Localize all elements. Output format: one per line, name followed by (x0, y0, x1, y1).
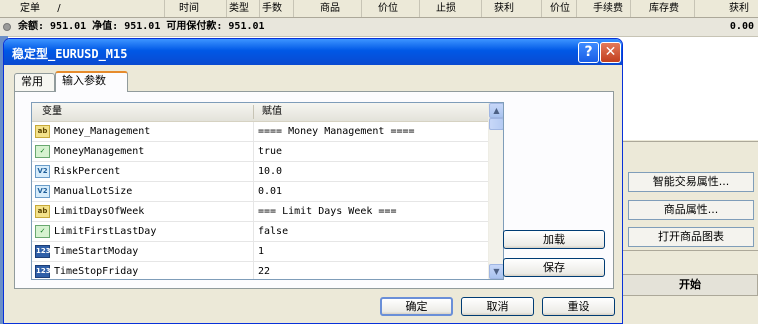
scroll-up-icon[interactable]: ▲ (489, 103, 503, 118)
column-order-label: 定单 (20, 3, 40, 14)
ok-button[interactable]: 确定 (380, 297, 453, 316)
row-variable: Money_Management (54, 126, 151, 137)
double-icon: V2 (35, 185, 50, 198)
cell-divider (253, 262, 254, 279)
row-variable: LimitDaysOfWeek (54, 206, 145, 217)
row-value[interactable]: 1 (258, 242, 264, 261)
save-button[interactable]: 保存 (503, 258, 605, 277)
scroll-down-icon[interactable]: ▼ (489, 264, 503, 279)
cell-divider (253, 182, 254, 202)
column-lots[interactable]: 手数 (260, 0, 294, 17)
inputs-grid: 变量 赋值 ab Money_Management ==== Money Man… (31, 102, 504, 280)
dialog-titlebar[interactable]: 稳定型_EURUSD_M15 ? ✕ (4, 39, 622, 65)
row-variable: MoneyManagement (54, 146, 145, 157)
sort-indicator-icon: / (57, 3, 61, 14)
reset-button[interactable]: 重设 (542, 297, 615, 316)
ab-string-icon: ab (35, 205, 50, 218)
column-stoploss[interactable]: 止损 (420, 0, 482, 17)
double-icon: V2 (35, 165, 50, 178)
row-variable: ManualLotSize (54, 186, 133, 197)
cell-divider (253, 242, 254, 262)
row-variable: TimeStopFriday (54, 266, 139, 277)
column-swap[interactable]: 库存费 (631, 0, 695, 17)
cell-divider (253, 122, 254, 142)
column-profit-label: 获利 (729, 3, 749, 14)
scroll-thumb[interactable] (489, 118, 503, 130)
cancel-button[interactable]: 取消 (461, 297, 534, 316)
column-takeprofit[interactable]: 获利 (482, 0, 542, 17)
value-column-header[interactable]: 赋值 (262, 103, 282, 121)
column-order[interactable]: 定单 / (0, 0, 165, 17)
row-value[interactable]: false (258, 222, 288, 241)
column-type-label: 类型 (229, 3, 249, 14)
right-strip-mid (622, 250, 758, 270)
column-commission-label: 手续费 (593, 3, 623, 14)
balance-text: 余额: 951.01 净值: 951.01 可用保付款: 951.01 (18, 21, 265, 32)
column-swap-label: 库存费 (649, 3, 679, 14)
open-chart-button[interactable]: 打开商品图表 (628, 227, 754, 247)
grid-header: 变量 赋值 (32, 103, 488, 122)
bool-icon: ✓ (35, 145, 50, 158)
cell-divider (253, 222, 254, 242)
int-icon: 123 (35, 245, 51, 258)
expert-properties-button[interactable]: 智能交易属性... (628, 172, 754, 192)
grid-row[interactable]: V2 ManualLotSize 0.01 (32, 182, 488, 202)
column-current-price-label: 价位 (550, 3, 570, 14)
total-profit-value: 0.00 (729, 21, 754, 32)
column-lots-label: 手数 (262, 3, 282, 14)
row-value[interactable]: true (258, 142, 282, 161)
int-icon: 123 (35, 265, 51, 278)
trade-table-header: 定单 / 时间 类型 手数 商品 价位 止损 获利 价位 手续费 库存费 获利 (0, 0, 758, 18)
cell-divider (253, 202, 254, 222)
ab-string-icon: ab (35, 125, 50, 138)
header-separator[interactable] (253, 105, 254, 119)
column-time-label: 时间 (179, 3, 199, 14)
column-profit[interactable]: 获利 (695, 0, 758, 17)
grid-row[interactable]: 123 TimeStopFriday 22 (32, 262, 488, 279)
close-button[interactable]: ✕ (600, 42, 621, 63)
column-price-label: 价位 (378, 3, 398, 14)
variable-column-header[interactable]: 变量 (42, 103, 62, 121)
column-symbol[interactable]: 商品 (294, 0, 362, 17)
bool-icon: ✓ (35, 225, 50, 238)
row-value[interactable]: 10.0 (258, 162, 282, 181)
row-variable: LimitFirstLastDay (54, 226, 157, 237)
start-button[interactable]: 开始 (622, 274, 758, 296)
expert-settings-dialog: 稳定型_EURUSD_M15 ? ✕ 常用 输入参数 变量 赋值 ab Mone… (3, 38, 623, 324)
grid-row[interactable]: ✓ LimitFirstLastDay false (32, 222, 488, 242)
cell-divider (253, 142, 254, 162)
column-takeprofit-label: 获利 (494, 3, 514, 14)
balance-dot-icon (3, 23, 11, 31)
grid-row[interactable]: ab Money_Management ==== Money Managemen… (32, 122, 488, 142)
symbol-properties-button[interactable]: 商品属性... (628, 200, 754, 220)
dialog-title: 稳定型_EURUSD_M15 (12, 47, 128, 61)
right-strip-top (622, 141, 758, 161)
row-value[interactable]: ==== Money Management ==== (258, 122, 415, 141)
tab-common[interactable]: 常用 (14, 73, 55, 91)
balance-row: 余额: 951.01 净值: 951.01 可用保付款: 951.01 0.00 (0, 18, 758, 37)
tab-inputs[interactable]: 输入参数 (55, 71, 128, 92)
column-commission[interactable]: 手续费 (577, 0, 631, 17)
row-variable: RiskPercent (54, 166, 121, 177)
column-type[interactable]: 类型 (227, 0, 260, 17)
column-current-price[interactable]: 价位 (542, 0, 577, 17)
column-stoploss-label: 止损 (436, 3, 456, 14)
grid-row[interactable]: ab LimitDaysOfWeek === Limit Days Week =… (32, 202, 488, 222)
grid-row[interactable]: V2 RiskPercent 10.0 (32, 162, 488, 182)
grid-row[interactable]: 123 TimeStartModay 1 (32, 242, 488, 262)
row-value[interactable]: === Limit Days Week === (258, 202, 396, 221)
grid-scrollbar[interactable]: ▲ ▼ (488, 103, 503, 279)
help-button[interactable]: ? (578, 42, 599, 63)
column-time[interactable]: 时间 (165, 0, 227, 17)
row-value[interactable]: 22 (258, 262, 270, 279)
column-symbol-label: 商品 (320, 3, 340, 14)
column-price[interactable]: 价位 (362, 0, 420, 17)
row-variable: TimeStartModay (54, 246, 139, 257)
inputs-panel: 变量 赋值 ab Money_Management ==== Money Man… (14, 91, 614, 289)
load-button[interactable]: 加载 (503, 230, 605, 249)
cell-divider (253, 162, 254, 182)
grid-row[interactable]: ✓ MoneyManagement true (32, 142, 488, 162)
row-value[interactable]: 0.01 (258, 182, 282, 201)
